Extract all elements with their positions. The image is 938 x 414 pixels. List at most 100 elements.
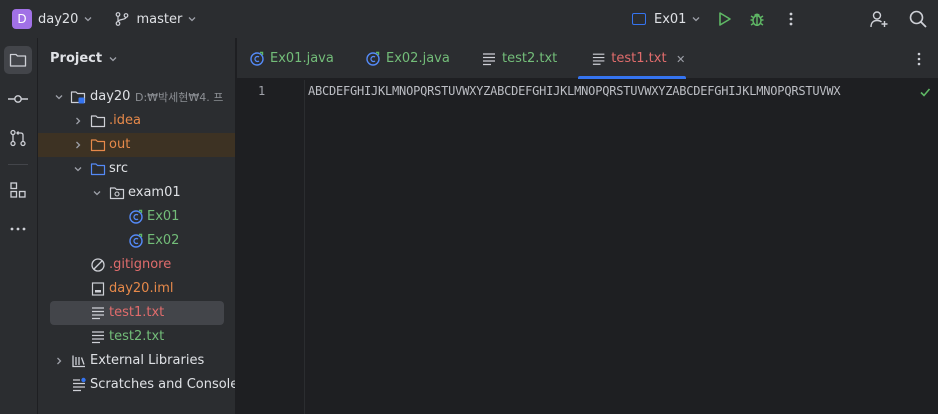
pull-requests-tool-button[interactable] <box>4 124 32 152</box>
close-icon[interactable] <box>675 53 686 65</box>
search-icon <box>909 10 927 28</box>
tab-label: test2.txt <box>502 51 558 66</box>
excluded-folder-icon <box>90 139 106 152</box>
more-actions-button[interactable] <box>783 0 799 38</box>
add-user-icon <box>870 11 888 28</box>
code-line[interactable]: ABCDEFGHIJKLMNOPQRSTUVWXYZABCDEFGHIJKLMN… <box>308 84 918 98</box>
tree-item-gitignore[interactable]: .gitignore <box>38 253 235 277</box>
chevron-right-icon[interactable] <box>53 355 65 367</box>
chevron-right-icon[interactable] <box>72 115 84 127</box>
divider <box>8 164 28 165</box>
java-class-icon <box>366 51 380 66</box>
tab-label: Ex02.java <box>386 51 450 66</box>
tree-item-day20[interactable]: day20 D:₩박세현₩4. 프 <box>38 85 235 109</box>
source-folder-icon <box>90 163 106 176</box>
tree-item-label: External Libraries <box>90 353 205 368</box>
tab-label: Ex01.java <box>270 51 334 66</box>
title-bar: D day20 master Ex01 <box>0 0 938 38</box>
tree-item-src[interactable]: src <box>38 157 235 181</box>
commit-tool-button[interactable] <box>4 85 32 113</box>
tree-item-test1[interactable]: test1.txt <box>38 301 235 325</box>
project-badge[interactable]: D <box>12 9 32 29</box>
tab-ex01-java[interactable]: Ex01.java <box>249 38 334 79</box>
project-name[interactable]: day20 <box>38 12 78 27</box>
text-file-icon <box>92 307 104 320</box>
text-file-icon <box>92 331 104 344</box>
more-horizontal-icon <box>10 227 26 231</box>
tab-test1-txt[interactable]: test1.txt <box>578 38 686 79</box>
debug-icon <box>750 13 764 27</box>
tree-item-label: exam01 <box>128 185 181 200</box>
project-panel: Project day20 D:₩박세현₩4. 프 .idea out src <box>38 38 236 414</box>
java-class-icon <box>129 209 143 224</box>
chevron-down-icon[interactable] <box>53 91 65 103</box>
branch-icon <box>116 12 129 26</box>
tab-label: test1.txt <box>611 51 667 66</box>
chevron-down-icon <box>188 17 196 22</box>
tree-item-ex01[interactable]: Ex01 <box>38 205 235 229</box>
tree-item-iml[interactable]: day20.iml <box>38 277 235 301</box>
tree-item-label: src <box>109 161 128 176</box>
chevron-down-icon <box>692 17 700 22</box>
search-button[interactable] <box>908 0 928 38</box>
scratches-icon <box>73 377 86 392</box>
tree-item-label: day20 <box>90 89 131 104</box>
chevron-down-icon[interactable] <box>91 187 103 199</box>
branch-selector[interactable]: master <box>114 11 198 27</box>
run-icon <box>719 12 731 26</box>
tree-item-test2[interactable]: test2.txt <box>38 325 235 349</box>
package-icon <box>109 187 125 200</box>
more-tools-button[interactable] <box>4 215 32 243</box>
ignore-file-icon <box>91 258 105 272</box>
tree-item-scratches[interactable]: Scratches and Consoles <box>38 373 236 397</box>
java-class-icon <box>250 51 264 66</box>
chevron-down-icon[interactable] <box>72 163 84 175</box>
tab-test2-txt[interactable]: test2.txt <box>481 38 557 79</box>
tree-item-external-libraries[interactable]: External Libraries <box>38 349 235 373</box>
module-folder-icon <box>70 91 86 104</box>
project-panel-title: Project <box>50 51 103 66</box>
project-folder-icon <box>9 53 27 67</box>
tree-item-label: Ex01 <box>147 209 180 224</box>
tree-item-idea[interactable]: .idea <box>38 109 235 133</box>
run-config-icon <box>632 13 646 25</box>
tree-item-label: .gitignore <box>109 257 172 272</box>
chevron-right-icon[interactable] <box>72 139 84 151</box>
more-vertical-icon <box>789 12 793 26</box>
run-config-name: Ex01 <box>654 11 687 27</box>
text-file-icon <box>592 53 605 65</box>
pull-requests-icon <box>10 129 26 147</box>
chevron-down-icon <box>109 56 117 61</box>
tab-ex02-java[interactable]: Ex02.java <box>365 38 450 79</box>
tree-item-label: out <box>109 137 131 152</box>
editor-tab-bar: Ex01.java Ex02.java test2.txt test1.txt <box>237 38 938 79</box>
run-config-selector[interactable]: Ex01 <box>632 0 702 38</box>
chevron-down-icon[interactable] <box>82 13 94 25</box>
run-button[interactable] <box>715 0 733 38</box>
structure-tool-button[interactable] <box>4 176 32 204</box>
module-file-icon <box>91 282 105 296</box>
editor-area[interactable]: 1 ABCDEFGHIJKLMNOPQRSTUVWXYZABCDEFGHIJKL… <box>237 80 938 414</box>
more-vertical-icon <box>917 52 921 65</box>
project-tool-button[interactable] <box>4 46 32 74</box>
tool-window-strip <box>0 38 38 414</box>
tree-item-ex02[interactable]: Ex02 <box>38 229 235 253</box>
java-class-icon <box>129 233 143 248</box>
module-path-hint: D:₩박세현₩4. 프 <box>135 91 224 104</box>
debug-button[interactable] <box>748 0 766 38</box>
tree-item-label: Ex02 <box>147 233 180 248</box>
tree-item-label: day20.iml <box>109 281 174 296</box>
tree-item-label: .idea <box>109 113 141 128</box>
line-gutter[interactable]: 1 <box>237 80 305 414</box>
commit-icon <box>8 95 28 103</box>
checkmark-icon[interactable] <box>919 86 931 98</box>
tree-item-label: Scratches and Consoles <box>90 377 236 392</box>
tree-item-label: test1.txt <box>109 305 165 320</box>
tab-options-button[interactable] <box>911 38 927 79</box>
structure-icon <box>10 182 26 198</box>
tree-item-exam01[interactable]: exam01 <box>38 181 235 205</box>
branch-name: master <box>136 11 183 27</box>
tree-item-out[interactable]: out <box>38 133 235 157</box>
project-panel-header[interactable]: Project <box>50 51 119 66</box>
add-user-button[interactable] <box>869 0 889 38</box>
